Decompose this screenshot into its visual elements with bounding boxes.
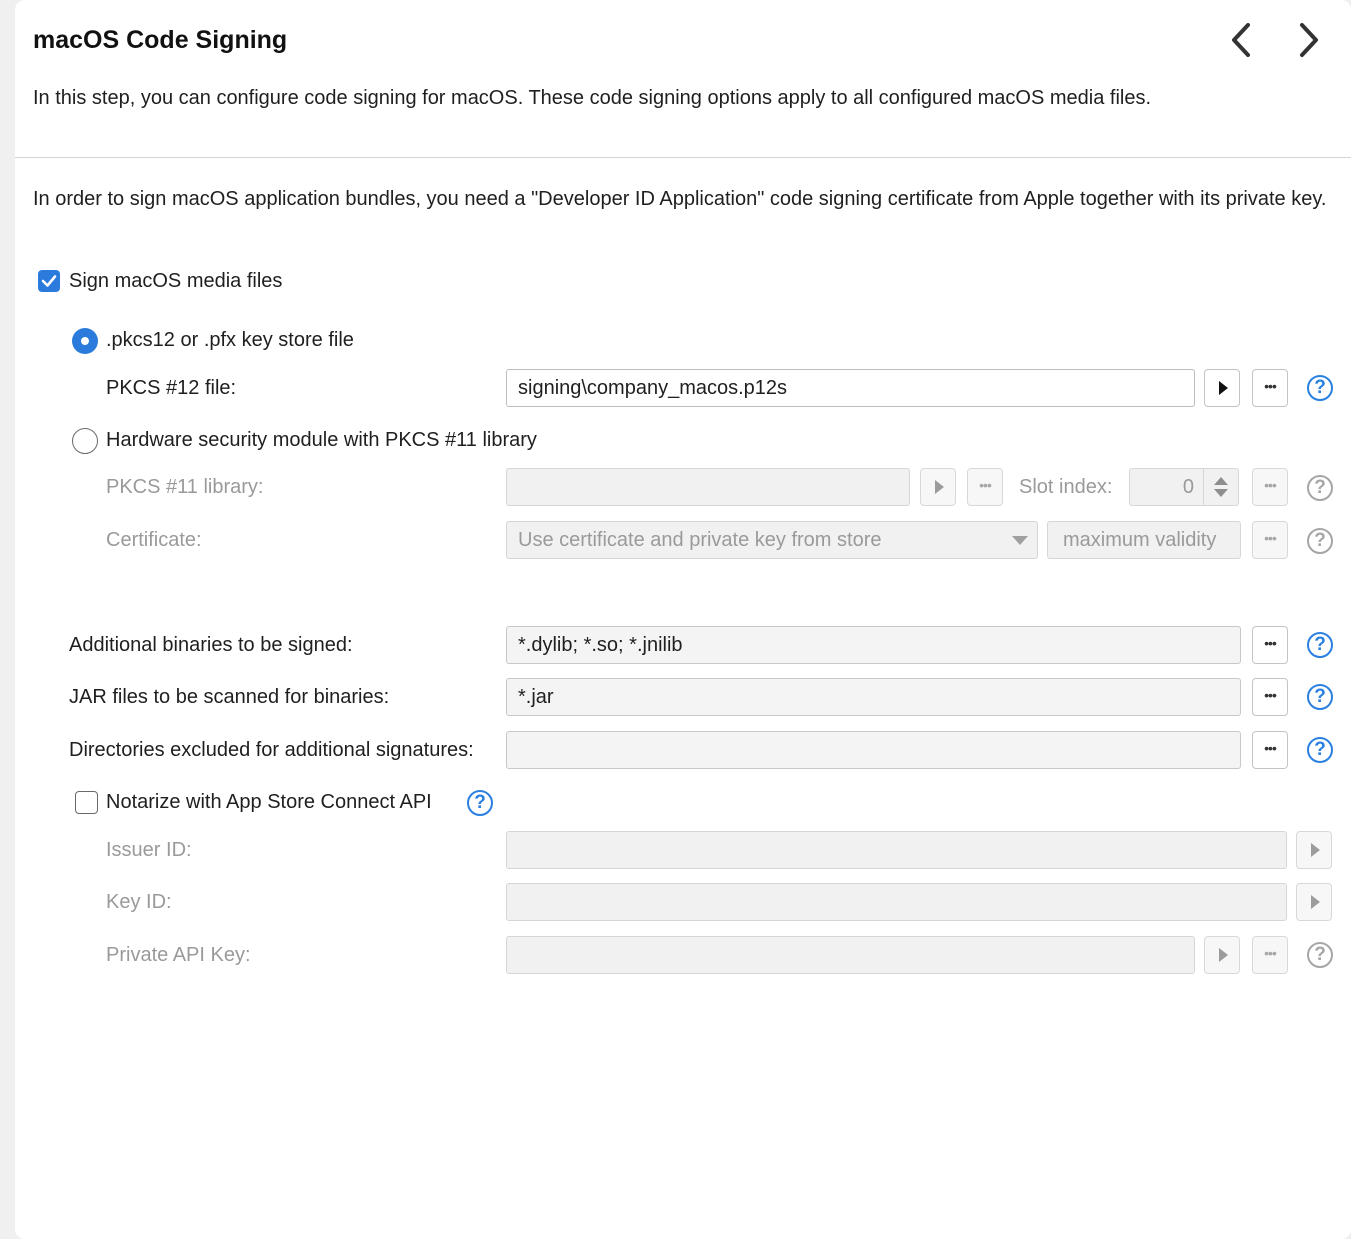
checkmark-icon [41, 275, 57, 287]
pkcs11-library-input[interactable] [506, 468, 910, 506]
excluded-dirs-label: Directories excluded for additional sign… [69, 739, 474, 761]
certificate-help-icon[interactable]: ? [1307, 528, 1333, 554]
wizard-panel: macOS Code Signing In this step, you can… [15, 0, 1351, 1239]
pkcs12-browse-button[interactable]: ••• [1252, 369, 1288, 407]
key-id-run-button[interactable] [1296, 883, 1332, 921]
pkcs12-radio[interactable] [72, 328, 98, 354]
jar-files-help-icon[interactable]: ? [1307, 684, 1333, 710]
jar-files-browse-button[interactable]: ••• [1252, 678, 1288, 716]
jar-files-input[interactable]: *.jar [506, 678, 1241, 716]
pkcs11-browse-button[interactable]: ••• [967, 468, 1003, 506]
header: macOS Code Signing In this step, you can… [15, 0, 1351, 158]
play-icon [935, 480, 944, 494]
sign-macos-label: Sign macOS media files [69, 270, 283, 292]
play-icon [1219, 948, 1228, 962]
ellipsis-icon: ••• [1264, 378, 1277, 394]
excluded-dirs-input[interactable] [506, 731, 1241, 769]
key-id-input[interactable] [506, 883, 1287, 921]
hsm-radio-label: Hardware security module with PKCS #11 l… [106, 429, 537, 451]
additional-binaries-help-icon[interactable]: ? [1307, 632, 1333, 658]
notarize-checkbox[interactable] [75, 791, 98, 814]
sign-macos-checkbox[interactable] [38, 270, 60, 292]
ellipsis-icon: ••• [1264, 635, 1277, 651]
intro-text: In order to sign macOS application bundl… [33, 188, 1327, 210]
ellipsis-icon: ••• [1264, 530, 1277, 546]
certificate-select[interactable]: Use certificate and private key from sto… [506, 521, 1038, 559]
private-api-key-label: Private API Key: [106, 944, 251, 966]
additional-binaries-browse-button[interactable]: ••• [1252, 626, 1288, 664]
private-api-key-run-button[interactable] [1204, 936, 1240, 974]
pkcs11-run-button[interactable] [920, 468, 956, 506]
step-description: In this step, you can configure code sig… [33, 87, 1152, 109]
certificate-label: Certificate: [106, 529, 202, 551]
ellipsis-icon: ••• [1264, 687, 1277, 703]
certificate-select-value: Use certificate and private key from sto… [518, 529, 882, 551]
chevron-right-icon [1300, 23, 1318, 57]
maximum-validity-button[interactable]: maximum validity [1047, 521, 1241, 559]
spin-down-icon[interactable] [1214, 489, 1228, 497]
pkcs12-run-button[interactable] [1204, 369, 1240, 407]
issuer-id-input[interactable] [506, 831, 1287, 869]
hsm-radio[interactable] [72, 428, 98, 454]
excluded-dirs-browse-button[interactable]: ••• [1252, 731, 1288, 769]
pkcs12-file-input[interactable]: signing\company_macos.p12s [506, 369, 1195, 407]
slot-index-value: 0 [1182, 476, 1194, 498]
private-api-key-browse-button[interactable]: ••• [1252, 936, 1288, 974]
play-icon [1311, 895, 1320, 909]
ellipsis-icon: ••• [1264, 945, 1277, 961]
ellipsis-icon: ••• [1264, 477, 1277, 493]
notarize-label: Notarize with App Store Connect API [106, 791, 432, 813]
forward-button[interactable] [1287, 18, 1331, 62]
private-api-key-input[interactable] [506, 936, 1195, 974]
pkcs12-radio-label: .pkcs12 or .pfx key store file [106, 329, 354, 351]
issuer-id-run-button[interactable] [1296, 831, 1332, 869]
spin-up-icon[interactable] [1214, 477, 1228, 485]
jar-files-label: JAR files to be scanned for binaries: [69, 686, 390, 708]
excluded-dirs-help-icon[interactable]: ? [1307, 737, 1333, 763]
notarize-help-icon[interactable]: ? [467, 790, 493, 816]
private-api-key-help-icon[interactable]: ? [1307, 942, 1333, 968]
pkcs11-library-label: PKCS #11 library: [106, 476, 264, 498]
ellipsis-icon: ••• [979, 477, 992, 493]
play-icon [1219, 381, 1228, 395]
chevron-left-icon [1232, 23, 1250, 57]
spinner-arrows[interactable] [1203, 469, 1238, 505]
additional-binaries-input[interactable]: *.dylib; *.so; *.jnilib [506, 626, 1241, 664]
certificate-browse-button[interactable]: ••• [1252, 521, 1288, 559]
pkcs12-help-icon[interactable]: ? [1307, 375, 1333, 401]
pkcs12-file-label: PKCS #12 file: [106, 377, 237, 399]
chevron-down-icon [1012, 536, 1028, 545]
issuer-id-label: Issuer ID: [106, 839, 192, 861]
play-icon [1311, 843, 1320, 857]
pkcs11-help-icon[interactable]: ? [1307, 475, 1333, 501]
back-button[interactable] [1219, 18, 1263, 62]
key-id-label: Key ID: [106, 891, 172, 913]
slot-index-spinner[interactable]: 0 [1129, 468, 1239, 506]
page-title: macOS Code Signing [33, 26, 288, 54]
slot-browse-button[interactable]: ••• [1252, 468, 1288, 506]
ellipsis-icon: ••• [1264, 740, 1277, 756]
slot-index-label: Slot index: [1019, 476, 1113, 498]
additional-binaries-label: Additional binaries to be signed: [69, 634, 353, 656]
